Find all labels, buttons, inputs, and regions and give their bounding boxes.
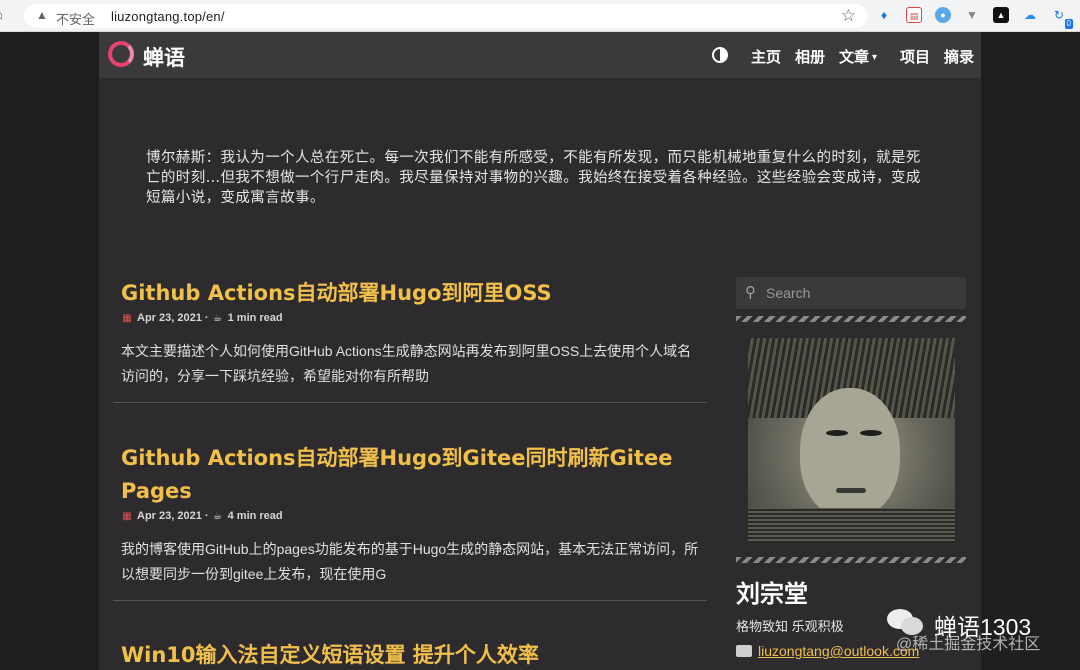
post-title[interactable]: Win10输入法自定义短语设置 提升个人效率 xyxy=(121,639,707,670)
home-icon[interactable]: ⌂ xyxy=(0,7,10,23)
nav-item-album[interactable]: 相册 xyxy=(795,46,825,67)
avatar-neck xyxy=(748,508,955,543)
nav-item-articles[interactable]: 文章 ▾ xyxy=(839,46,877,67)
site-navbar: 蝉语 主页 相册 文章 ▾ 项目 摘录 xyxy=(99,32,981,78)
extension-icon[interactable]: ● xyxy=(935,7,951,23)
post-item: Win10输入法自定义短语设置 提升个人效率 xyxy=(113,639,707,670)
coffee-icon: ☕ xyxy=(213,313,223,324)
security-label[interactable]: 不安全 xyxy=(56,9,95,28)
search-box[interactable]: ⚲ xyxy=(736,277,966,309)
post-read-time: 1 min read xyxy=(227,312,283,324)
email-row: liuzongtang@outlook.com xyxy=(736,643,919,659)
avatar-eye xyxy=(860,430,882,436)
author-motto: 格物致知 乐观积极 xyxy=(736,619,844,634)
author-avatar xyxy=(748,338,955,543)
cloud-extension-icon[interactable]: ☁ xyxy=(1022,7,1038,23)
coffee-icon: ☕ xyxy=(213,511,223,522)
post-divider xyxy=(113,402,707,403)
post-date: Apr 23, 2021 xyxy=(137,510,202,522)
author-name: 刘宗堂 xyxy=(736,581,808,608)
post-date: Apr 23, 2021 xyxy=(137,312,202,324)
extension-icon[interactable]: ♦ xyxy=(876,7,892,23)
extension-icon[interactable]: ▼ xyxy=(964,7,980,23)
post-title[interactable]: Github Actions自动部署Hugo到阿里OSS xyxy=(121,277,707,310)
calendar-icon: ▦ xyxy=(122,313,132,324)
post-summary: 我的博客使用GitHub上的pages功能发布的基于Hugo生成的静态网站，基本… xyxy=(121,541,699,582)
search-icon: ⚲ xyxy=(745,284,756,301)
brand-title[interactable]: 蝉语 xyxy=(143,42,185,72)
extension-icon[interactable]: ↻ 0 xyxy=(1051,7,1073,29)
divider xyxy=(736,316,966,322)
nav-item-home[interactable]: 主页 xyxy=(751,46,781,67)
warning-icon[interactable]: ▲ xyxy=(36,8,48,22)
calendar-icon: ▦ xyxy=(122,511,132,522)
extension-icon[interactable]: ▤ xyxy=(906,7,922,23)
divider xyxy=(736,557,966,563)
post-item: Github Actions自动部署Hugo到Gitee同时刷新Gitee Pa… xyxy=(113,442,707,601)
post-meta: ▦ Apr 23, 2021 · ☕ 1 min read xyxy=(122,312,283,324)
bookmark-star-icon[interactable]: ☆ xyxy=(841,6,856,26)
post-divider xyxy=(113,600,707,601)
theme-toggle-icon[interactable] xyxy=(712,47,728,63)
watermark-sub: @稀土掘金技术社区 xyxy=(896,636,1041,653)
search-input[interactable] xyxy=(766,281,956,305)
header-quote: 博尔赫斯：我认为一个人总在死亡。每一次我们不能有所感受，不能有所发现，而只能机械… xyxy=(146,150,921,206)
avatar-eye xyxy=(826,430,848,436)
site-container: 蝉语 主页 相册 文章 ▾ 项目 摘录 博尔赫斯：我认为一个人总在死亡。每一次我们… xyxy=(99,32,981,670)
avatar-mouth xyxy=(836,488,866,493)
post-item: Github Actions自动部署Hugo到阿里OSS ▦ Apr 23, 20… xyxy=(113,277,707,403)
avatar-face xyxy=(800,388,900,518)
post-meta: ▦ Apr 23, 2021 · ☕ 4 min read xyxy=(122,510,283,522)
nav-item-projects[interactable]: 项目 xyxy=(900,46,930,67)
chevron-down-icon: ▾ xyxy=(872,52,878,63)
url-text[interactable]: liuzongtang.top/en/ xyxy=(111,9,225,24)
post-summary: 本文主要描述个人如何使用GitHub Actions生成静态网站再发布到阿里OS… xyxy=(121,343,692,384)
browser-toolbar: ⌂ ▲ 不安全 liuzongtang.top/en/ ☆ ♦ ▤ ● ▼ ▲ … xyxy=(0,0,1080,32)
post-title[interactable]: Github Actions自动部署Hugo到Gitee同时刷新Gitee Pa… xyxy=(121,442,707,508)
nav-item-articles-label: 文章 xyxy=(839,49,870,66)
extension-badge: 0 xyxy=(1064,19,1073,29)
address-bar[interactable]: ▲ 不安全 liuzongtang.top/en/ ☆ xyxy=(24,4,868,28)
extension-icon[interactable]: ▲ xyxy=(993,7,1009,23)
nav-item-excerpts[interactable]: 摘录 xyxy=(944,46,974,67)
post-read-time: 4 min read xyxy=(227,510,283,522)
brand-logo-icon[interactable] xyxy=(108,41,134,67)
email-icon xyxy=(736,645,752,657)
